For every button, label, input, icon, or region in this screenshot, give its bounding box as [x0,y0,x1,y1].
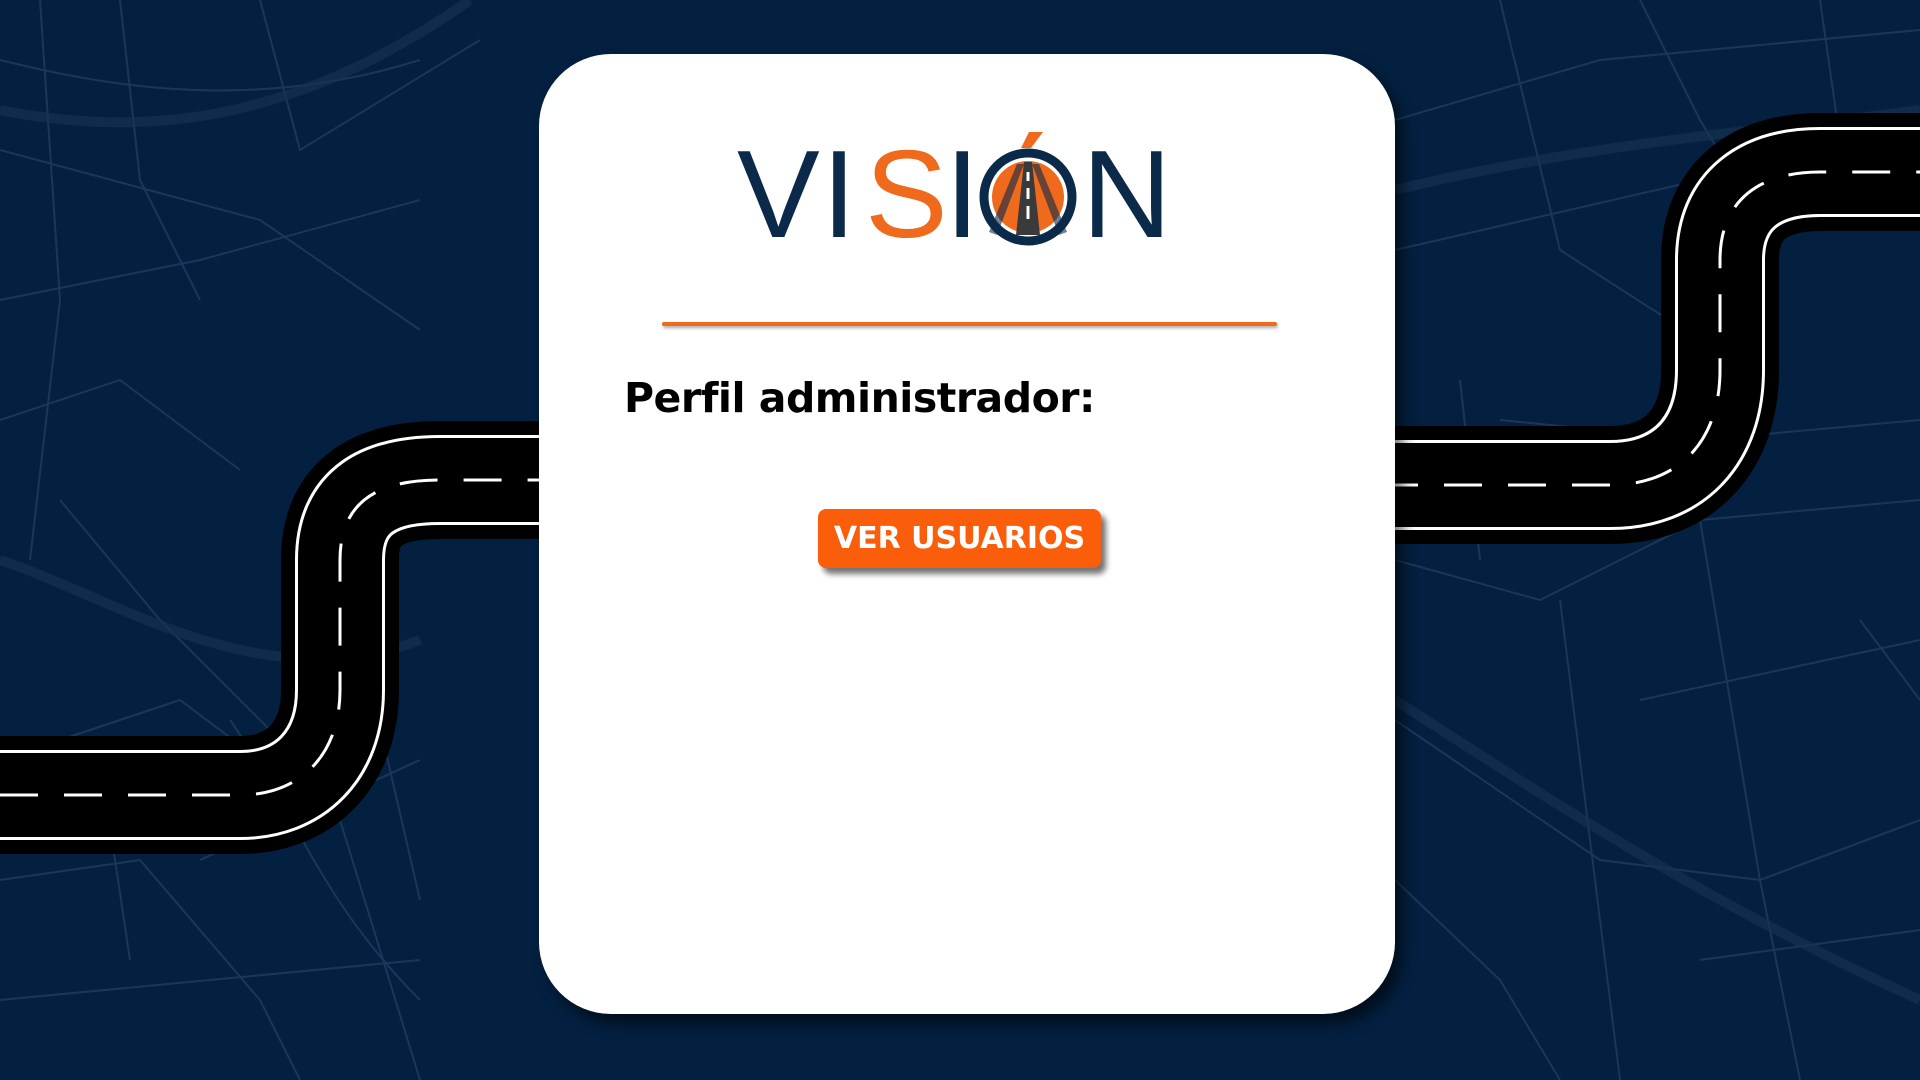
logo-text-s: S [865,132,948,252]
logo-text-i: I [945,132,979,252]
view-users-button[interactable]: VER USUARIOS [818,509,1101,568]
logo-text-vi: VI [737,132,858,252]
logo-text-n: N [1082,132,1172,252]
page: VI S I N Perfil administrador: VER USUAR… [0,0,1920,1080]
logo-underline [662,322,1277,326]
main-card: VI S I N Perfil administrador: VER USUAR… [539,54,1395,1014]
road-o-icon [979,132,1077,246]
profile-label: Perfil administrador: [624,374,1095,422]
brand-logo: VI S I N [539,132,1395,326]
